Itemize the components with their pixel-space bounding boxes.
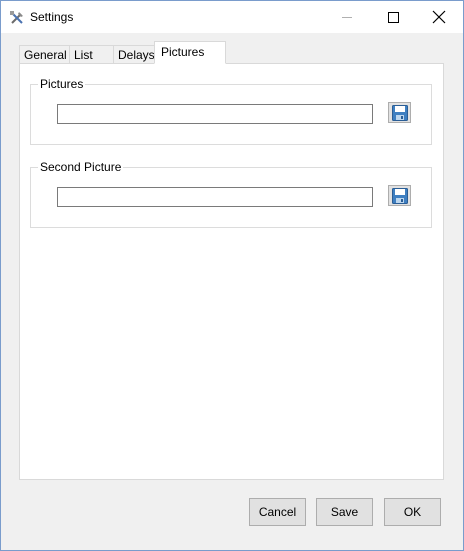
pictures-group-label: Pictures: [38, 77, 86, 91]
floppy-disk-icon: [392, 188, 408, 204]
picture-browse-button[interactable]: [388, 102, 411, 123]
ok-button[interactable]: OK: [384, 498, 441, 526]
maximize-icon: [388, 12, 399, 23]
picture-path-input[interactable]: [57, 104, 373, 124]
tools-icon: [9, 10, 25, 26]
title-bar[interactable]: Settings: [1, 1, 463, 33]
cancel-button[interactable]: Cancel: [249, 498, 306, 526]
close-icon: [432, 10, 446, 24]
second-picture-path-input[interactable]: [57, 187, 373, 207]
second-picture-group-label: Second Picture: [38, 160, 124, 174]
tab-delays[interactable]: Delays: [113, 45, 155, 63]
maximize-button[interactable]: [370, 1, 416, 33]
minimize-button[interactable]: [324, 1, 370, 33]
save-button[interactable]: Save: [316, 498, 373, 526]
second-picture-browse-button[interactable]: [388, 185, 411, 206]
tab-pictures[interactable]: Pictures: [154, 41, 226, 64]
tab-list[interactable]: List: [69, 45, 114, 63]
second-picture-groupbox: Second Picture: [30, 160, 432, 228]
floppy-disk-icon: [392, 105, 408, 121]
settings-window: Settings General List Delays Pictures Pi…: [0, 0, 464, 551]
tab-general[interactable]: General: [19, 45, 70, 63]
minimize-icon: [342, 17, 352, 18]
close-button[interactable]: [416, 1, 462, 33]
pictures-tab-page: Pictures Second Picture: [19, 63, 444, 480]
window-title: Settings: [30, 10, 74, 24]
pictures-groupbox: Pictures: [30, 77, 432, 145]
